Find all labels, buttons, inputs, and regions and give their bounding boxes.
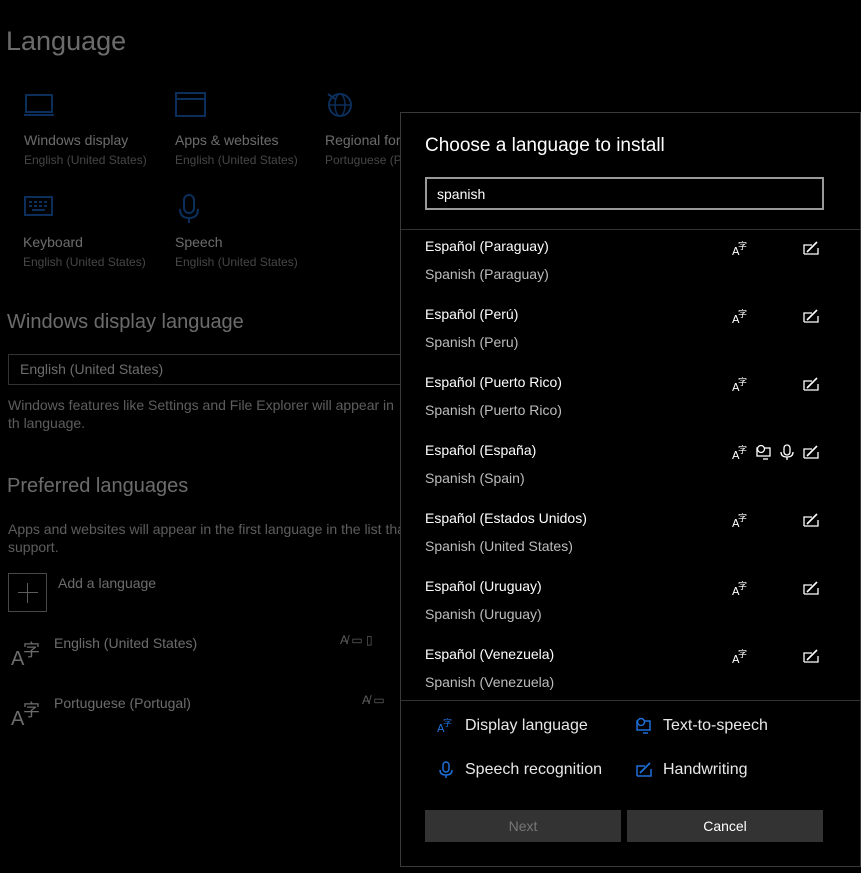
svg-text:字: 字 [738,512,747,524]
tile-sub: English (United States) [175,255,298,269]
language-option[interactable]: Español (Puerto Rico) Spanish (Puerto Ric… [401,366,860,434]
language-option-english-name: Spanish (Venezuela) [425,674,555,690]
svg-text:字: 字 [738,580,747,592]
display-language-note: Windows features like Settings and File … [8,397,394,431]
language-option[interactable]: Español (Perú) Spanish (Peru) A 字 [401,298,860,366]
preferred-languages-heading: Preferred languages [7,475,189,497]
keyboard-icon [23,194,55,224]
legend-handwriting: Handwriting [663,761,748,778]
language-option-english-name: Spanish (Peru) [425,334,519,350]
tile-label: Apps & websites [175,132,279,148]
language-option-english-name: Spanish (Puerto Rico) [425,402,562,418]
next-button[interactable]: Next [425,810,621,842]
language-option[interactable]: Español (Uruguay) Spanish (Uruguay) A 字 [401,570,860,638]
speech-recognition-icon [777,443,797,461]
legend-speech-recognition: Speech recognition [465,761,602,778]
tile-label: Regional for [325,132,401,148]
display-language-icon: A字 [731,647,751,665]
tile-sub: English (United States) [175,153,298,167]
svg-text:字: 字 [738,444,747,456]
language-name[interactable]: English (United States) [54,635,197,651]
language-option-native-name: Español (Puerto Rico) [425,374,562,390]
tile-label: Keyboard [23,234,83,250]
display-language-heading: Windows display language [7,311,244,333]
microphone-icon [175,194,207,224]
language-option[interactable]: Español (Venezuela) Spanish (Venezuela) A 字 [401,638,860,700]
handwriting-icon [801,375,821,393]
language-search-input[interactable] [425,177,824,210]
text-to-speech-icon [754,443,774,461]
language-option[interactable]: Español (Paraguay) Spanish (Paraguay) A 字 [401,230,860,298]
language-glyph-icon: A字 [11,701,40,730]
tile-sub: English (United States) [23,255,146,269]
display-language-icon: A字 [437,717,455,735]
svg-text:字: 字 [443,717,452,729]
tile-sub: English (United States) [24,153,147,167]
handwriting-icon [801,239,821,257]
globe-icon [325,92,357,122]
handwriting-icon [635,761,653,779]
dialog-title: Choose a language to install [425,135,665,156]
language-option-english-name: Spanish (Spain) [425,470,525,486]
choose-language-dialog: Choose a language to install Español (Pa… [400,112,861,867]
language-list: Español (Paraguay) Spanish (Paraguay) A 字 Es… [401,229,860,701]
language-glyph-icon: A字 [11,641,40,670]
preferred-languages-note: Apps and websites will appear in the fir… [8,521,405,555]
language-option-english-name: Spanish (Paraguay) [425,266,549,282]
language-option-native-name: Español (Paraguay) [425,238,549,254]
language-option[interactable]: Español (España) Spanish (Spain) A 字 [401,434,860,502]
language-option[interactable]: Español (Estados Unidos) Spanish (United … [401,502,860,570]
handwriting-icon [801,511,821,529]
display-language-icon: A字 [731,239,751,257]
handwriting-icon [801,579,821,597]
language-option-english-name: Spanish (United States) [425,538,573,554]
svg-text:字: 字 [738,376,747,388]
tile-label: Windows display [24,132,129,148]
svg-text:字: 字 [738,308,747,320]
display-language-icon: A字 [731,375,751,393]
tile-label: Speech [175,234,223,250]
display-language-select[interactable]: English (United States) [8,354,428,385]
handwriting-icon [801,647,821,665]
display-language-icon: A字 [731,443,751,461]
window-icon [175,92,207,122]
add-language-button[interactable] [8,573,47,612]
tile-sub: Portuguese (Po [325,153,409,167]
display-language-icon: A字 [731,579,751,597]
cancel-button[interactable]: Cancel [627,810,823,842]
language-option-native-name: Español (Estados Unidos) [425,510,587,526]
language-option-native-name: Español (España) [425,442,537,458]
monitor-icon [24,92,56,122]
handwriting-icon [801,307,821,325]
legend-display-language: Display language [465,717,588,734]
display-language-icon: A字 [731,511,751,529]
language-option-native-name: Español (Uruguay) [425,578,542,594]
page-title: Language [6,26,127,56]
language-features-icons: A̸ ▭ ▯ [340,633,373,647]
add-language-label[interactable]: Add a language [58,575,156,591]
display-language-icon: A字 [731,307,751,325]
language-features-icons: A̸ ▭ [362,693,385,707]
svg-text:字: 字 [738,648,747,660]
language-option-native-name: Español (Venezuela) [425,646,555,662]
language-option-english-name: Spanish (Uruguay) [425,606,542,622]
svg-text:字: 字 [738,240,747,252]
handwriting-icon [801,443,821,461]
speech-recognition-icon [437,761,455,779]
language-name[interactable]: Portuguese (Portugal) [54,695,191,711]
text-to-speech-icon [635,717,653,735]
legend-text-to-speech: Text-to-speech [663,717,768,734]
language-option-native-name: Español (Perú) [425,306,519,322]
